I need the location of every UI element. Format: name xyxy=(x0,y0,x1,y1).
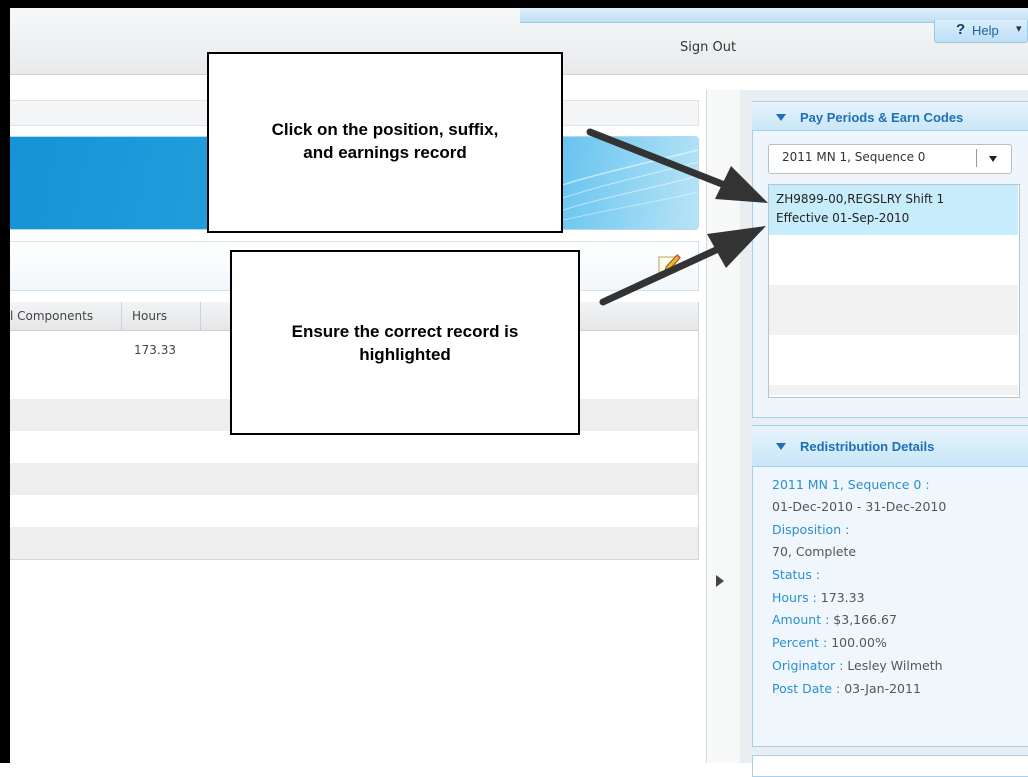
hours-cell: 173.33 xyxy=(134,343,176,357)
table-row xyxy=(10,431,698,463)
hours-field: Hours : 173.33 xyxy=(772,590,865,605)
status-label: Status : xyxy=(772,567,821,582)
screenshot-border-left xyxy=(0,0,10,763)
dropdown-arrow-icon[interactable] xyxy=(989,156,997,162)
expand-arrow-icon[interactable] xyxy=(716,575,724,587)
edit-pencil-icon[interactable] xyxy=(658,252,682,274)
disposition-value: 70, Complete xyxy=(772,544,857,559)
originator-label: Originator : xyxy=(772,658,844,673)
column-header-components[interactable]: l Components xyxy=(10,309,93,323)
help-label[interactable]: Help xyxy=(972,23,999,38)
redistribution-panel xyxy=(752,425,1028,747)
list-item xyxy=(769,285,1018,335)
screenshot-border-top xyxy=(0,0,1028,8)
help-icon: ? xyxy=(956,21,966,38)
post-date-field: Post Date : 03-Jan-2011 xyxy=(772,681,921,696)
pay-period-select-value[interactable]: 2011 MN 1, Sequence 0 xyxy=(782,150,925,164)
list-item xyxy=(769,385,1018,395)
originator-value: Lesley Wilmeth xyxy=(847,658,943,673)
chevron-down-icon[interactable]: ▾ xyxy=(1016,22,1022,35)
list-item xyxy=(769,335,1018,385)
list-item xyxy=(769,235,1018,285)
post-date-value: 03-Jan-2011 xyxy=(844,681,921,696)
hours-label: Hours : xyxy=(772,590,817,605)
hours-value: 173.33 xyxy=(820,590,865,605)
callout-1-line1: Click on the position, suffix, xyxy=(271,120,499,139)
panel-splitter[interactable] xyxy=(706,90,742,763)
column-divider xyxy=(121,302,122,330)
callout-2-line1: Ensure the correct record is xyxy=(291,322,519,341)
record-position-earnings[interactable]: ZH9899-00,REGSLRY Shift 1 xyxy=(776,192,944,206)
originator-field: Originator : Lesley Wilmeth xyxy=(772,658,943,673)
disposition-label: Disposition : xyxy=(772,522,850,537)
amount-value: $3,166.67 xyxy=(833,612,897,627)
column-header-hours[interactable]: Hours xyxy=(132,309,167,323)
period-range: 01-Dec-2010 - 31-Dec-2010 xyxy=(772,499,947,514)
callout-click-record: Click on the position, suffix, and earni… xyxy=(207,52,563,233)
collapse-triangle-icon[interactable] xyxy=(776,443,786,450)
amount-field: Amount : $3,166.67 xyxy=(772,612,897,627)
next-panel xyxy=(752,755,1028,777)
select-divider xyxy=(976,149,977,167)
column-divider xyxy=(200,302,201,330)
record-effective-date[interactable]: Effective 01-Sep-2010 xyxy=(776,211,909,225)
callout-1-line2: and earnings record xyxy=(303,143,467,162)
pay-periods-panel-title[interactable]: Pay Periods & Earn Codes xyxy=(800,110,963,125)
period-label: 2011 MN 1, Sequence 0 : xyxy=(772,477,930,492)
redistribution-panel-title[interactable]: Redistribution Details xyxy=(800,439,934,454)
callout-ensure-highlight: Ensure the correct record is highlighted xyxy=(230,250,580,435)
amount-label: Amount : xyxy=(772,612,830,627)
table-row xyxy=(10,463,698,495)
callout-2-line2: highlighted xyxy=(359,345,451,364)
sign-out-link[interactable]: Sign Out xyxy=(680,40,736,55)
post-date-label: Post Date : xyxy=(772,681,841,696)
table-row xyxy=(10,495,698,527)
table-row xyxy=(10,527,698,559)
percent-field: Percent : 100.00% xyxy=(772,635,887,650)
percent-label: Percent : xyxy=(772,635,828,650)
collapse-triangle-icon[interactable] xyxy=(776,114,786,121)
percent-value: 100.00% xyxy=(831,635,887,650)
